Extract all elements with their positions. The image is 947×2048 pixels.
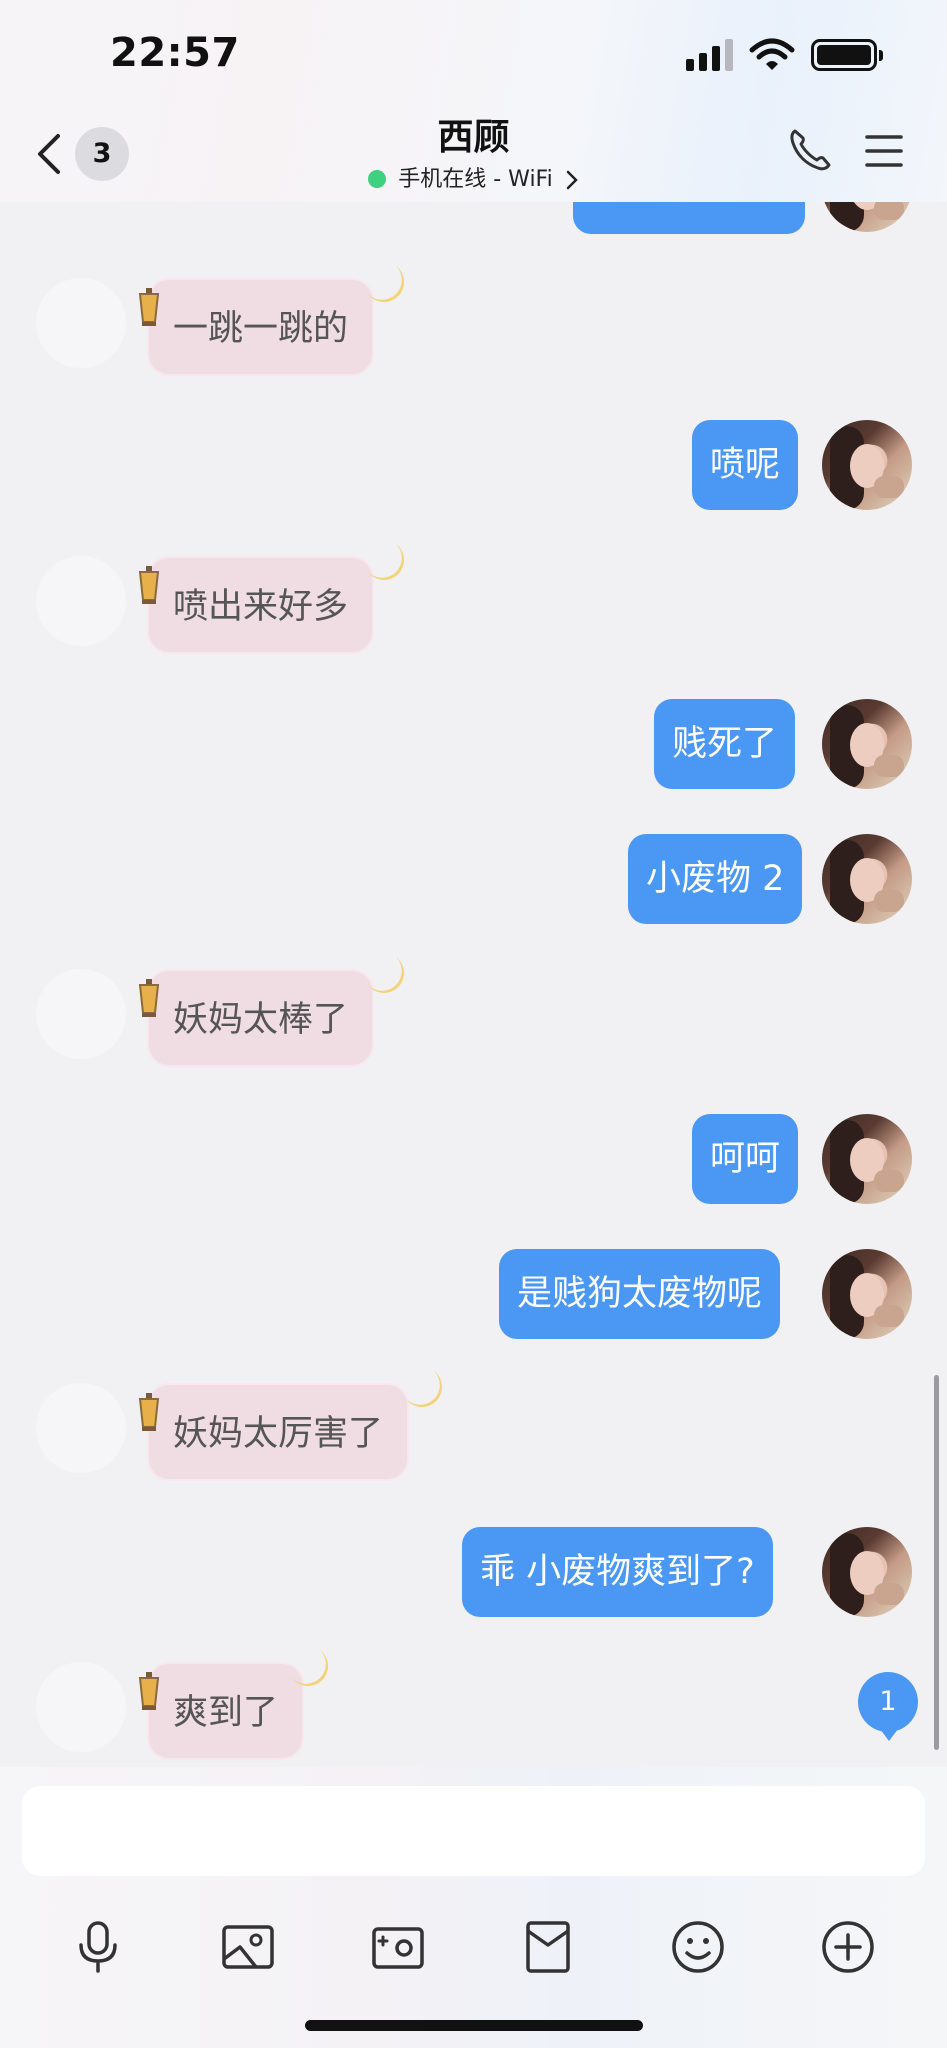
- online-dot-icon: [368, 170, 387, 188]
- message-bubble-out[interactable]: 是贱狗太废物呢: [499, 1249, 781, 1339]
- my-avatar[interactable]: [822, 202, 912, 232]
- lantern-icon: [138, 979, 160, 1017]
- camera-icon[interactable]: [370, 1919, 426, 1975]
- contact-avatar[interactable]: [36, 278, 126, 368]
- moon-icon: [406, 1371, 442, 1407]
- new-message-badge[interactable]: 1: [858, 1672, 918, 1741]
- phone-icon[interactable]: [786, 126, 834, 174]
- message-bubble-in[interactable]: 一跳一跳的: [147, 278, 375, 376]
- moon-icon: [292, 1650, 328, 1686]
- my-avatar[interactable]: [822, 1527, 912, 1617]
- status-time: 22:57: [110, 30, 240, 76]
- lantern-icon: [138, 288, 160, 326]
- scrollbar[interactable]: [934, 1375, 939, 1750]
- contact-avatar[interactable]: [36, 1662, 126, 1752]
- menu-icon[interactable]: [864, 131, 904, 171]
- lantern-icon: [138, 566, 160, 604]
- contact-avatar[interactable]: [36, 969, 126, 1059]
- message-bubble-in[interactable]: 喷出来好多: [147, 556, 375, 654]
- moon-icon: [368, 544, 404, 580]
- top-bar: 22:57 3 西顾 手机在线 - WiFi: [0, 0, 947, 202]
- status-icons: [686, 38, 883, 72]
- red-envelope-icon[interactable]: [520, 1919, 576, 1975]
- contact-avatar[interactable]: [36, 1383, 126, 1473]
- my-avatar[interactable]: [822, 1114, 912, 1204]
- my-avatar[interactable]: [822, 1249, 912, 1339]
- lantern-icon: [138, 1393, 160, 1431]
- message-bubble-out[interactable]: 呵呵: [692, 1114, 799, 1204]
- emoji-icon[interactable]: [670, 1919, 726, 1975]
- image-icon[interactable]: [220, 1919, 276, 1975]
- message-bubble-out[interactable]: 小废物 2: [628, 834, 803, 924]
- my-avatar[interactable]: [822, 699, 912, 789]
- message-input[interactable]: [22, 1786, 925, 1876]
- my-avatar[interactable]: [822, 834, 912, 924]
- home-indicator[interactable]: [305, 2020, 643, 2031]
- moon-icon: [368, 266, 404, 302]
- message-bubble-out[interactable]: 贱死了: [654, 699, 796, 789]
- message-bubble-in[interactable]: 妖妈太棒了: [147, 969, 375, 1067]
- battery-icon: [811, 39, 883, 71]
- moon-icon: [368, 957, 404, 993]
- signal-icon: [686, 39, 733, 71]
- message-bubble-out[interactable]: [573, 202, 805, 234]
- message-bubble-in[interactable]: 妖妈太厉害了: [147, 1383, 410, 1481]
- plus-icon[interactable]: [820, 1919, 876, 1975]
- message-bubble-in[interactable]: 爽到了: [147, 1662, 305, 1760]
- composer: [0, 1767, 947, 2048]
- microphone-icon[interactable]: [70, 1919, 126, 1975]
- my-avatar[interactable]: [822, 420, 912, 510]
- chevron-right-icon: [566, 170, 578, 190]
- chat-messages[interactable]: 一跳一跳的 喷呢 喷出来好多 贱死了 小废物 2 妖妈太棒了 呵呵 是贱狗太废物…: [0, 202, 947, 1767]
- message-bubble-out[interactable]: 乖 小废物爽到了?: [462, 1527, 773, 1617]
- wifi-icon: [749, 38, 795, 70]
- online-status-text: 手机在线 - WiFi: [398, 167, 553, 192]
- contact-avatar[interactable]: [36, 556, 126, 646]
- message-bubble-out[interactable]: 喷呢: [692, 420, 799, 510]
- lantern-icon: [138, 1672, 160, 1710]
